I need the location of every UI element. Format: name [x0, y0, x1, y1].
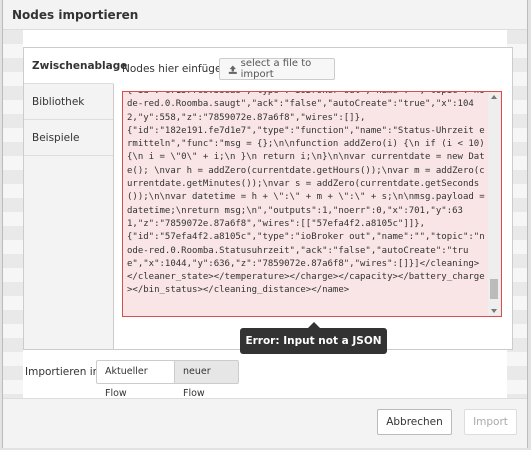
cancel-button[interactable]: Abbrechen — [377, 409, 452, 435]
import-in-label: Importieren in — [25, 366, 100, 378]
import-panel: Zwischenablage Bibliothek Beispiele Node… — [23, 47, 513, 350]
select-file-button[interactable]: select a file to import — [219, 58, 335, 80]
import-target-toggle: Aktueller Flow neuer Flow — [96, 360, 239, 399]
select-file-label: select a file to import — [240, 58, 312, 80]
scrollbar-thumb[interactable] — [490, 279, 498, 299]
error-tooltip: Error: Input not a JSON Array — [240, 328, 387, 373]
scroll-down-arrow-icon[interactable] — [488, 306, 500, 315]
new-flow-option[interactable]: neuer Flow — [175, 360, 239, 399]
tab-zwischenablage[interactable]: Zwischenablage — [24, 48, 127, 84]
left-background-stripe — [3, 30, 23, 398]
paste-nodes-label: Nodes hier einfügen — [122, 63, 229, 75]
import-button[interactable]: Import — [464, 409, 517, 435]
import-json-textarea[interactable]: {"id":"c7157fc8.38ea8","type":"ioBroker … — [122, 91, 502, 317]
upload-icon — [228, 64, 237, 74]
import-source-tabs: Zwischenablage Bibliothek Beispiele — [24, 48, 127, 349]
tab-bibliothek[interactable]: Bibliothek — [24, 84, 113, 120]
dialog-titlebar: Nodes importieren — [3, 0, 527, 30]
import-nodes-dialog: Nodes importieren Zwischenablage Bibliot… — [2, 0, 528, 448]
tab-beispiele[interactable]: Beispiele — [24, 120, 113, 156]
json-text-content: {"id":"c7157fc8.38ea8","type":"ioBroker … — [127, 91, 485, 296]
scroll-up-arrow-icon[interactable] — [488, 93, 500, 102]
current-flow-option[interactable]: Aktueller Flow — [96, 360, 175, 399]
dialog-title: Nodes importieren — [12, 8, 139, 22]
textarea-scrollbar[interactable] — [488, 93, 500, 315]
